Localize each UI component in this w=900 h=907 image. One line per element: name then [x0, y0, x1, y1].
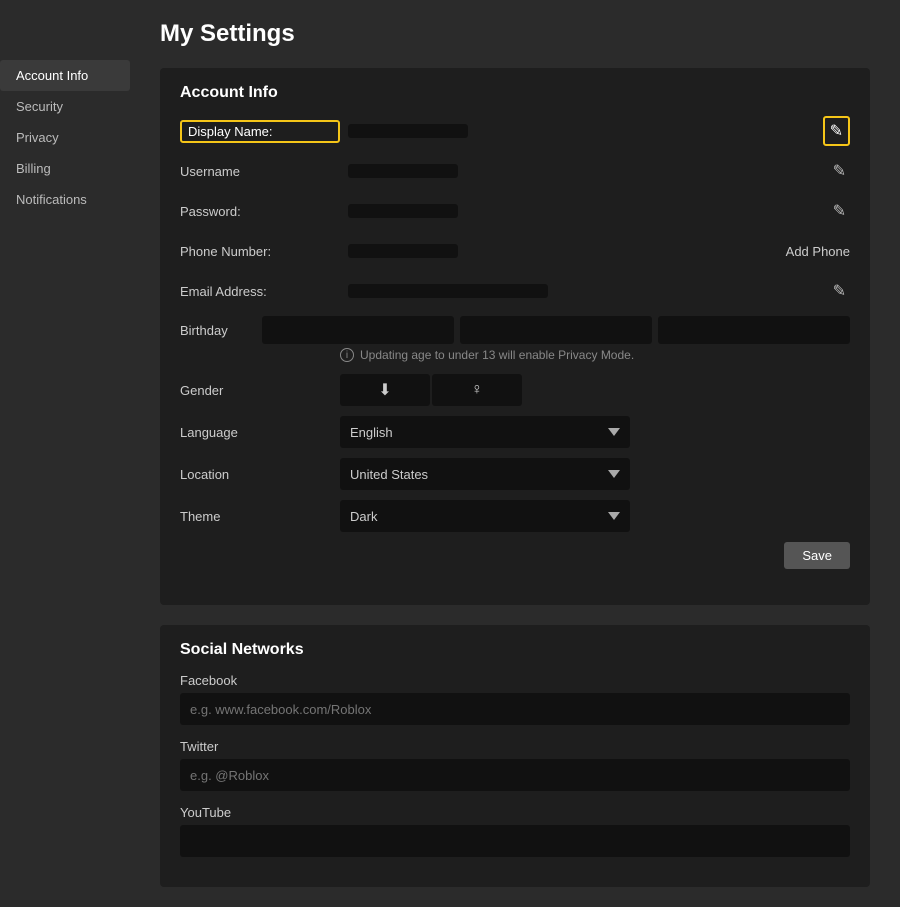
- youtube-field: YouTube: [180, 805, 850, 857]
- theme-label: Theme: [180, 509, 340, 524]
- info-icon: i: [340, 348, 354, 362]
- twitter-input[interactable]: [180, 759, 850, 791]
- birthday-inputs: [262, 316, 850, 344]
- birthday-month-input[interactable]: [262, 316, 454, 344]
- password-edit-icon[interactable]: ✎: [829, 197, 850, 225]
- facebook-field: Facebook: [180, 673, 850, 725]
- language-row: Language English Spanish French German P…: [180, 416, 850, 448]
- social-networks-title: Social Networks: [180, 641, 850, 659]
- phone-value: [348, 244, 458, 258]
- privacy-note: i Updating age to under 13 will enable P…: [340, 348, 850, 362]
- gender-row: Gender ⬇ ♀: [180, 374, 850, 406]
- display-name-value: [348, 124, 468, 138]
- youtube-label: YouTube: [180, 805, 850, 820]
- save-button[interactable]: Save: [784, 542, 850, 569]
- facebook-input[interactable]: [180, 693, 850, 725]
- gender-buttons: ⬇ ♀: [340, 374, 522, 406]
- sidebar-item-privacy[interactable]: Privacy: [0, 122, 130, 153]
- youtube-input[interactable]: [180, 825, 850, 857]
- email-value: [348, 284, 548, 298]
- display-name-edit-icon[interactable]: ✎: [823, 116, 850, 146]
- sidebar: Account Info Security Privacy Billing No…: [0, 0, 130, 907]
- female-icon: ♀: [471, 381, 483, 399]
- main-content: My Settings Account Info Display Name: ✎…: [130, 0, 900, 907]
- twitter-field: Twitter: [180, 739, 850, 791]
- location-select[interactable]: United States United Kingdom Canada Aust…: [340, 458, 630, 490]
- location-label: Location: [180, 467, 340, 482]
- location-row: Location United States United Kingdom Ca…: [180, 458, 850, 490]
- birthday-year-input[interactable]: [658, 316, 850, 344]
- email-label: Email Address:: [180, 284, 340, 299]
- page-title: My Settings: [160, 20, 870, 48]
- password-value: [348, 204, 458, 218]
- language-select[interactable]: English Spanish French German Portuguese…: [340, 416, 630, 448]
- email-row: Email Address: ✎: [180, 276, 850, 306]
- sidebar-item-notifications[interactable]: Notifications: [0, 184, 130, 215]
- male-icon: ⬇: [378, 380, 391, 400]
- birthday-day-input[interactable]: [460, 316, 652, 344]
- theme-select[interactable]: Dark Light: [340, 500, 630, 532]
- birthday-label: Birthday: [180, 323, 262, 338]
- gender-label: Gender: [180, 383, 340, 398]
- username-edit-icon[interactable]: ✎: [829, 157, 850, 185]
- sidebar-item-account-info[interactable]: Account Info: [0, 60, 130, 91]
- email-edit-icon[interactable]: ✎: [829, 277, 850, 305]
- social-networks-section: Social Networks Facebook Twitter YouTube: [160, 625, 870, 887]
- display-name-label: Display Name:: [180, 120, 340, 143]
- phone-label: Phone Number:: [180, 244, 340, 259]
- twitter-label: Twitter: [180, 739, 850, 754]
- save-row: Save: [180, 542, 850, 569]
- add-phone-button[interactable]: Add Phone: [786, 244, 850, 259]
- theme-row: Theme Dark Light: [180, 500, 850, 532]
- account-info-title: Account Info: [180, 84, 850, 102]
- username-label: Username: [180, 164, 340, 179]
- username-row: Username ✎: [180, 156, 850, 186]
- privacy-note-text: Updating age to under 13 will enable Pri…: [360, 348, 634, 362]
- password-label: Password:: [180, 204, 340, 219]
- sidebar-item-billing[interactable]: Billing: [0, 153, 130, 184]
- phone-row: Phone Number: Add Phone: [180, 236, 850, 266]
- language-label: Language: [180, 425, 340, 440]
- sidebar-item-security[interactable]: Security: [0, 91, 130, 122]
- birthday-row: Birthday: [180, 316, 850, 344]
- password-row: Password: ✎: [180, 196, 850, 226]
- account-info-section: Account Info Display Name: ✎ Username ✎ …: [160, 68, 870, 605]
- username-value: [348, 164, 458, 178]
- gender-female-button[interactable]: ♀: [432, 374, 522, 406]
- facebook-label: Facebook: [180, 673, 850, 688]
- gender-male-button[interactable]: ⬇: [340, 374, 430, 406]
- display-name-row: Display Name: ✎: [180, 116, 850, 146]
